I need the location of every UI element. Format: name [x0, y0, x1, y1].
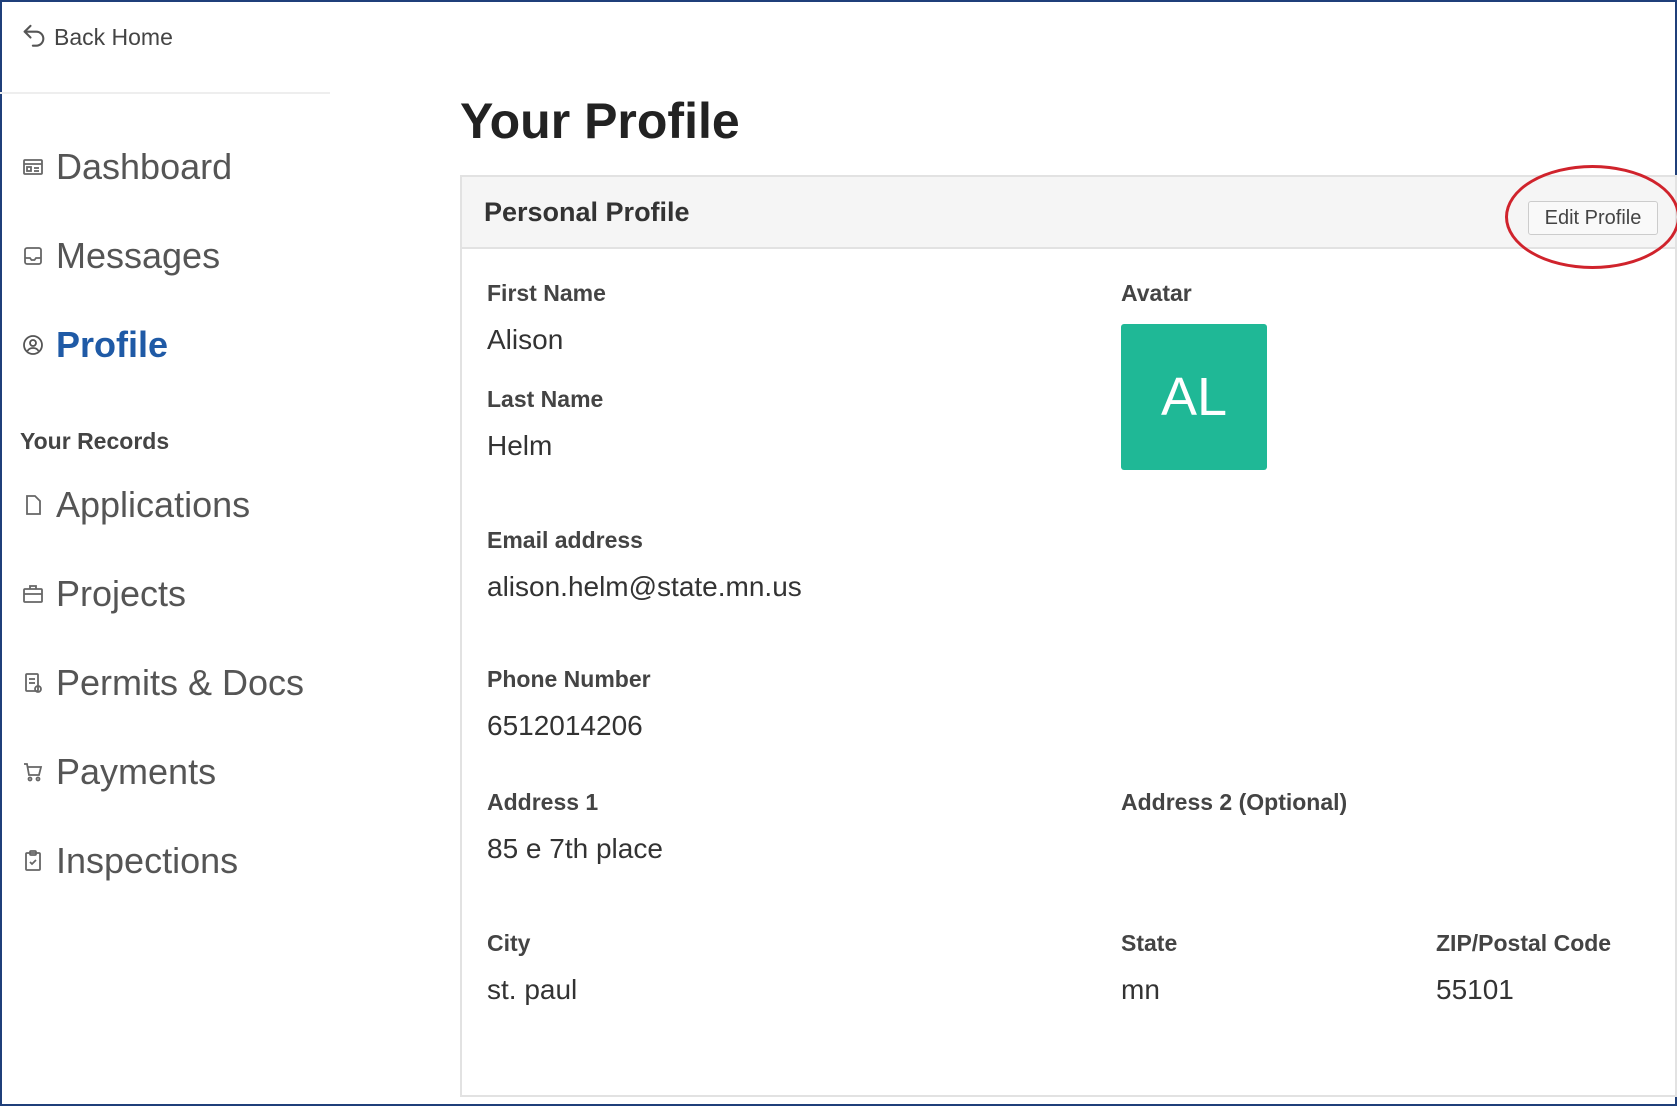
sidebar-item-label: Applications: [56, 484, 251, 525]
sidebar-divider: [0, 92, 330, 94]
last-name-value: Helm: [487, 430, 553, 461]
records-heading: Your Records: [20, 428, 170, 454]
sidebar-item-label: Profile: [56, 324, 169, 365]
city-value: st. paul: [487, 974, 578, 1005]
sidebar-item-permits-docs[interactable]: Permits & Docs: [20, 662, 304, 704]
dashboard-icon: [20, 154, 46, 180]
briefcase-icon: [20, 581, 46, 607]
sidebar-item-label: Payments: [56, 751, 217, 792]
last-name-label: Last Name: [487, 386, 604, 412]
city-label: City: [487, 930, 531, 956]
first-name-value: Alison: [487, 324, 564, 355]
panel-title: Personal Profile: [484, 197, 690, 227]
edit-profile-button[interactable]: Edit Profile: [1528, 201, 1658, 235]
sidebar-item-label: Projects: [56, 573, 187, 614]
document-icon: [20, 670, 46, 696]
back-home-link[interactable]: Back Home: [20, 20, 173, 54]
zip-label: ZIP/Postal Code: [1436, 930, 1612, 956]
address2-label: Address 2 (Optional): [1121, 789, 1348, 815]
file-icon: [20, 492, 46, 518]
address1-label: Address 1: [487, 789, 599, 815]
sidebar-item-label: Permits & Docs: [56, 662, 305, 703]
sidebar-item-payments[interactable]: Payments: [20, 751, 216, 793]
back-home-label: Back Home: [54, 23, 173, 50]
state-value: mn: [1121, 974, 1160, 1005]
email-label: Email address: [487, 527, 643, 553]
sidebar-item-applications[interactable]: Applications: [20, 484, 250, 526]
sidebar-item-dashboard[interactable]: Dashboard: [20, 146, 232, 188]
sidebar-item-messages[interactable]: Messages: [20, 235, 220, 277]
phone-label: Phone Number: [487, 666, 651, 692]
cart-icon: [20, 759, 46, 785]
first-name-label: First Name: [487, 280, 606, 306]
sidebar-item-label: Dashboard: [56, 146, 233, 187]
state-label: State: [1121, 930, 1178, 956]
zip-value: 55101: [1436, 974, 1514, 1005]
clipboard-icon: [20, 848, 46, 874]
page-title: Your Profile: [460, 93, 740, 149]
inbox-icon: [20, 243, 46, 269]
avatar: AL: [1121, 324, 1267, 470]
back-arrow-icon: [20, 20, 48, 54]
panel-header: Personal Profile Edit Profile: [462, 177, 1675, 249]
sidebar-item-projects[interactable]: Projects: [20, 573, 186, 615]
sidebar-item-inspections[interactable]: Inspections: [20, 840, 238, 882]
user-circle-icon: [20, 332, 46, 358]
sidebar-item-label: Inspections: [56, 840, 239, 881]
avatar-label: Avatar: [1121, 280, 1192, 306]
personal-profile-panel: Personal Profile Edit Profile: [460, 175, 1677, 1097]
sidebar-item-profile[interactable]: Profile: [20, 324, 168, 366]
address1-value: 85 e 7th place: [487, 833, 663, 864]
sidebar-item-label: Messages: [56, 235, 221, 276]
phone-value: 6512014206: [487, 710, 643, 741]
email-value: alison.helm@state.mn.us: [487, 571, 802, 602]
